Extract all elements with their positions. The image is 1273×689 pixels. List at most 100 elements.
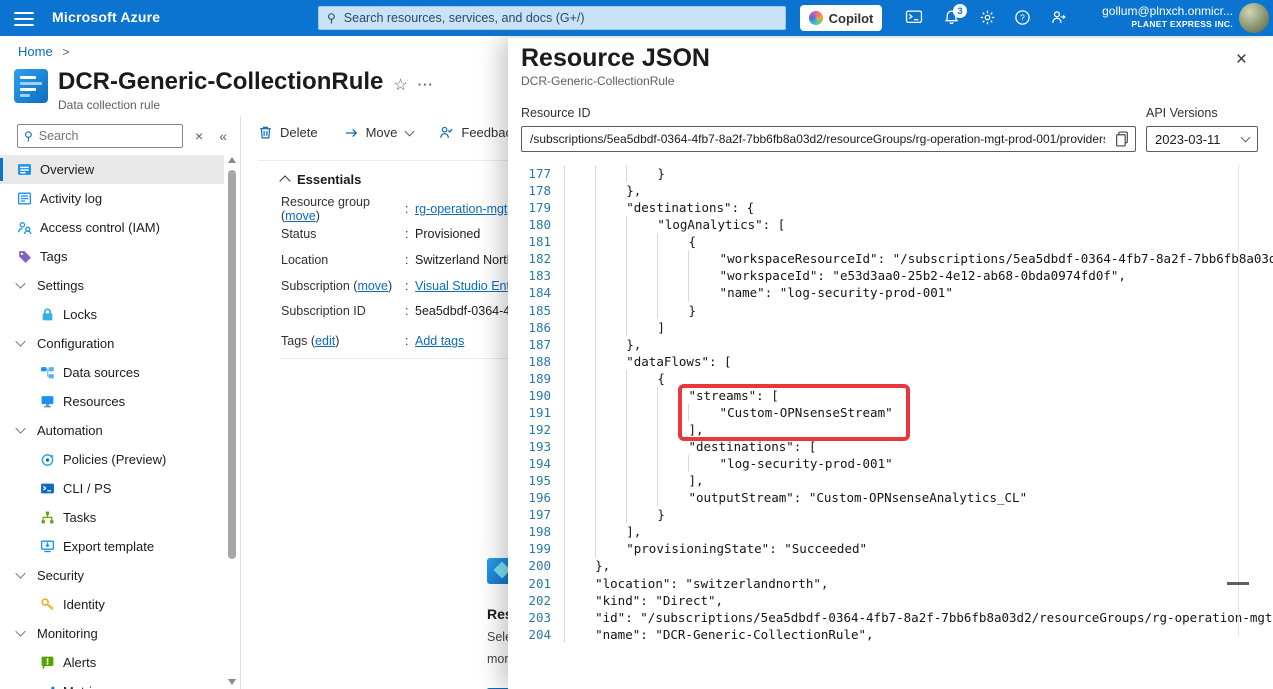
- sidebar-item-label: Security: [37, 568, 84, 583]
- code-line: 202 "kind": "Direct",: [520, 592, 1273, 609]
- essentials-value-link[interactable]: Visual Studio Ente: [415, 279, 517, 293]
- colon: :: [405, 304, 415, 318]
- activity-log-icon: [17, 191, 32, 206]
- sidebar-item-label: Configuration: [37, 336, 114, 351]
- avatar[interactable]: [1239, 3, 1269, 33]
- sidebar-item-settings[interactable]: Settings: [0, 271, 224, 300]
- move-button[interactable]: Move: [344, 125, 414, 140]
- code-text: "outputStream": "Custom-OPNsenseAnalytic…: [551, 489, 1027, 506]
- api-version-select[interactable]: 2023-03-11: [1146, 126, 1258, 152]
- code-text: ]: [551, 319, 665, 336]
- move-link[interactable]: move: [285, 209, 316, 223]
- export-template-icon: [40, 539, 55, 554]
- code-line: 200 },: [520, 557, 1273, 574]
- collapse-sidebar-icon[interactable]: «: [219, 128, 227, 144]
- close-icon[interactable]: ×: [1236, 50, 1247, 69]
- sidebar-item-monitoring[interactable]: Monitoring: [0, 619, 224, 648]
- sidebar-item-label: Overview: [40, 162, 94, 177]
- code-line: 193 "destinations": [: [520, 438, 1273, 455]
- code-scroll-marker[interactable]: [1227, 582, 1249, 585]
- line-number: 194: [520, 455, 551, 472]
- sidebar-item-locks[interactable]: Locks: [0, 300, 224, 329]
- settings-gear-icon[interactable]: [979, 9, 997, 27]
- sidebar-item-access-control-iam[interactable]: Access control (IAM): [0, 213, 224, 242]
- line-number: 195: [520, 472, 551, 489]
- code-text: }: [551, 506, 665, 523]
- essentials-divider: [281, 358, 521, 359]
- sidebar-item-label: Tags: [40, 249, 67, 264]
- code-text: ],: [551, 472, 704, 489]
- sidebar-item-tasks[interactable]: Tasks: [0, 503, 224, 532]
- favorite-star-icon[interactable]: ☆: [393, 75, 407, 95]
- essentials-label: Resource group (move): [281, 195, 405, 223]
- delete-button[interactable]: Delete: [258, 125, 318, 140]
- sidebar-item-identity[interactable]: Identity: [0, 590, 224, 619]
- colon: :: [405, 227, 415, 241]
- colon: :: [405, 334, 415, 348]
- cloud-shell-icon[interactable]: [905, 9, 923, 27]
- scrollbar-thumb[interactable]: [228, 170, 236, 559]
- global-search[interactable]: ⚲: [318, 6, 786, 30]
- global-search-input[interactable]: [344, 11, 777, 25]
- resource-id-label: Resource ID: [521, 106, 1136, 120]
- notifications-bell-icon[interactable]: 3: [943, 9, 961, 27]
- essentials-value-link[interactable]: rg-operation-mgt: [415, 202, 507, 216]
- essentials-value: Visual Studio Ente: [415, 279, 517, 293]
- move-link[interactable]: move: [357, 279, 388, 293]
- sidebar-item-resources[interactable]: Resources: [0, 387, 224, 416]
- essentials-header[interactable]: Essentials: [281, 172, 361, 187]
- sidebar-search-input[interactable]: [39, 129, 176, 143]
- code-line: 201 "location": "switzerlandnorth",: [520, 575, 1273, 592]
- sidebar-item-metrics[interactable]: Metrics: [0, 677, 224, 689]
- code-line: 195 ],: [520, 472, 1273, 489]
- sidebar-item-policies-preview[interactable]: Policies (Preview): [0, 445, 224, 474]
- essentials-value-link[interactable]: Add tags: [415, 334, 464, 348]
- sidebar-item-alerts[interactable]: Alerts: [0, 648, 224, 677]
- sidebar-nav: Overview Activity log Access control (IAM)…: [0, 155, 224, 689]
- resource-id-input[interactable]: [521, 126, 1136, 152]
- code-line: 198 ],: [520, 523, 1273, 540]
- code-text: "kind": "Direct",: [551, 592, 723, 609]
- code-text: "name": "DCR-Generic-CollectionRule",: [551, 626, 874, 643]
- menu-icon[interactable]: [10, 8, 38, 28]
- sidebar-item-data-sources[interactable]: Data sources: [0, 358, 224, 387]
- sidebar-item-activity-log[interactable]: Activity log: [0, 184, 224, 213]
- copilot-button[interactable]: Copilot: [800, 5, 882, 31]
- chevron-down-icon: [405, 126, 415, 136]
- tasks-icon: [40, 510, 55, 525]
- code-text: {: [551, 233, 696, 250]
- sidebar-item-configuration[interactable]: Configuration: [0, 329, 224, 358]
- line-number: 197: [520, 506, 551, 523]
- more-options-icon[interactable]: ···: [418, 77, 434, 92]
- code-text: "workspaceResourceId": "/subscriptions/5…: [551, 250, 1273, 267]
- code-line: 194 "log-security-prod-001": [520, 455, 1273, 472]
- line-number: 187: [520, 336, 551, 353]
- colon: :: [405, 279, 415, 293]
- code-line: 188 "dataFlows": [: [520, 353, 1273, 370]
- scroll-up-arrow[interactable]: [228, 157, 236, 163]
- feedback-person-icon[interactable]: [1050, 9, 1068, 27]
- breadcrumb-separator: >: [62, 45, 69, 59]
- sidebar-item-export-template[interactable]: Export template: [0, 532, 224, 561]
- sidebar-item-label: Activity log: [40, 191, 102, 206]
- code-text: "provisioningState": "Succeeded": [551, 540, 867, 557]
- code-line: 177 }: [520, 165, 1273, 182]
- help-icon[interactable]: ?: [1014, 9, 1032, 27]
- sidebar-item-security[interactable]: Security: [0, 561, 224, 590]
- scroll-down-arrow[interactable]: [228, 679, 236, 685]
- sidebar-item-automation[interactable]: Automation: [0, 416, 224, 445]
- feedback-button[interactable]: Feedback: [439, 125, 518, 140]
- sidebar-item-cli-ps[interactable]: CLI / PS: [0, 474, 224, 503]
- account-menu[interactable]: gollum@plnxch.onmicr... PLANET EXPRESS I…: [1102, 4, 1233, 30]
- breadcrumb-home-link[interactable]: Home: [18, 44, 53, 59]
- code-text: {: [551, 370, 665, 387]
- cli-icon: [40, 481, 55, 496]
- clear-search-icon[interactable]: ×: [195, 128, 203, 144]
- sidebar-item-label: Policies (Preview): [63, 452, 166, 467]
- copy-icon[interactable]: [1115, 131, 1129, 152]
- sidebar-item-tags[interactable]: Tags: [0, 242, 224, 271]
- code-line: 199 "provisioningState": "Succeeded": [520, 540, 1273, 557]
- sidebar-item-overview[interactable]: Overview: [0, 155, 224, 184]
- edit-link[interactable]: edit: [315, 334, 335, 348]
- sidebar-search[interactable]: ⚲: [17, 124, 183, 148]
